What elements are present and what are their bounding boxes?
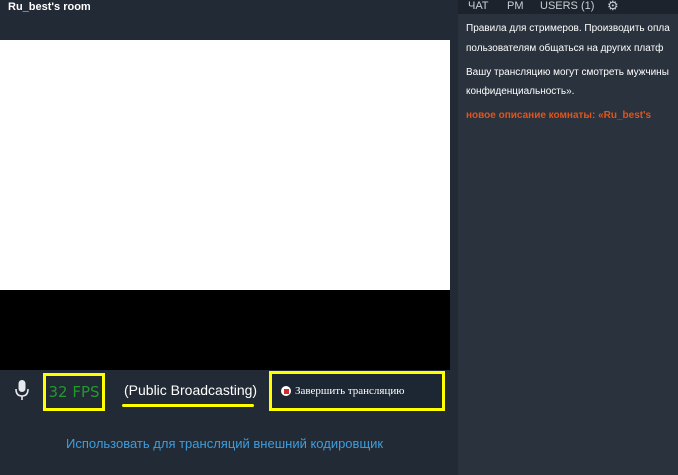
video-frame [0,40,450,290]
chat-tabs: ЧАТ PM USERS (1) ⚙ [458,0,678,14]
status-underline [122,404,254,407]
room-title: Ru_best's room [8,1,91,13]
chat-panel: ЧАТ PM USERS (1) ⚙ Правила для стримеров… [458,0,678,475]
chat-line: пользователям общаться на других платф [466,43,664,54]
broadcast-panel: Ru_best's room 32 FPS (Public Broadcasti… [0,0,450,475]
room-description: новое описание комнаты: «Ru_best's [466,110,652,121]
broadcast-controls: 32 FPS (Public Broadcasting) Завершить т… [0,370,450,420]
stop-broadcast-button[interactable]: Завершить трансляцию [281,385,404,397]
stop-broadcast-highlight: Завершить трансляцию [269,371,445,411]
chat-line: Вашу трансляцию могут смотреть мужчины [466,67,669,78]
tab-pm[interactable]: PM [507,0,524,12]
stop-icon [281,386,291,396]
fps-counter: 32 FPS [43,373,105,411]
chat-line: конфиденциальность». [466,86,575,97]
gear-icon[interactable]: ⚙ [607,0,621,12]
stop-broadcast-label: Завершить трансляцию [295,385,405,397]
chat-line: Правила для стримеров. Производить опла [466,23,670,34]
microphone-icon[interactable] [14,379,30,401]
broadcast-status: (Public Broadcasting) [124,382,258,398]
tab-users[interactable]: USERS (1) [540,0,594,12]
external-encoder-link[interactable]: Использовать для трансляций внешний коди… [66,436,383,451]
tab-chat[interactable]: ЧАТ [468,0,489,12]
